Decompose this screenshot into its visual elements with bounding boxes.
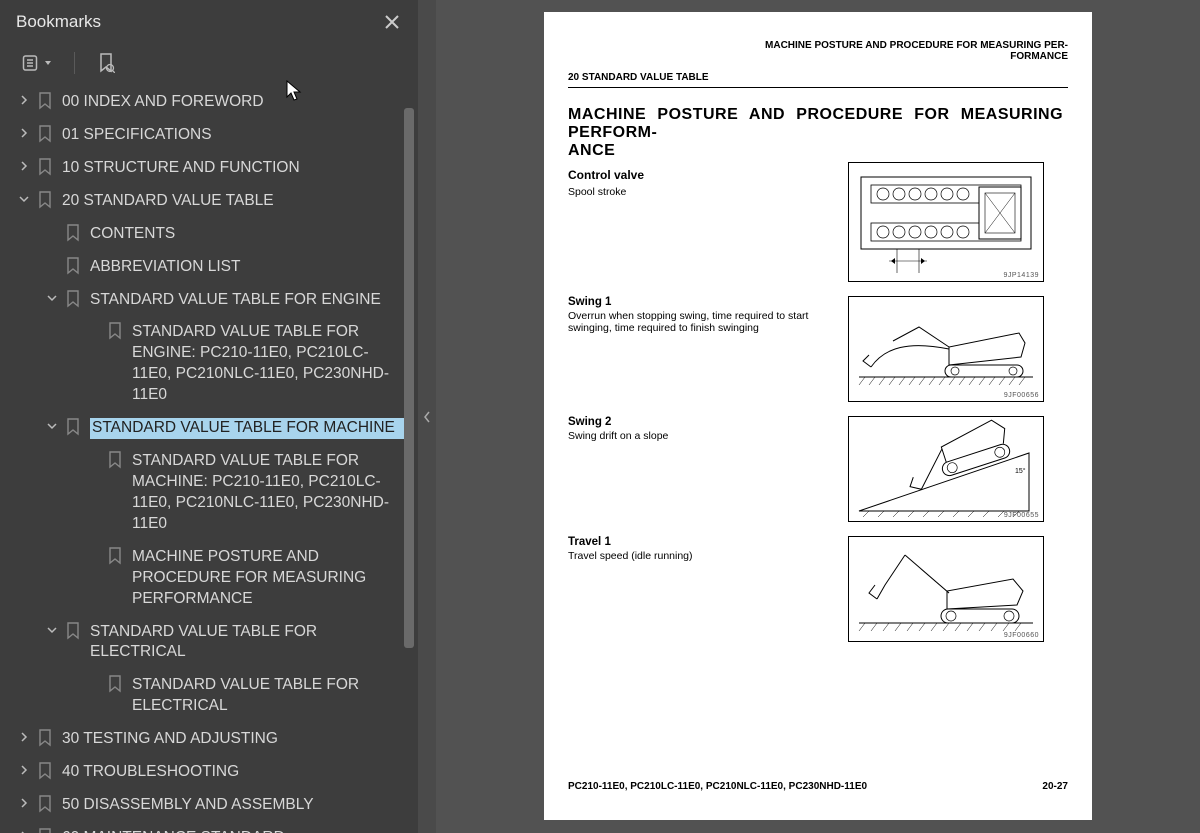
bookmark-item[interactable]: ABBREVIATION LIST bbox=[6, 251, 410, 284]
section-2-heading: Swing 1 bbox=[568, 296, 838, 308]
bookmark-item[interactable]: STANDARD VALUE TABLE FOR MACHINE: PC210-… bbox=[6, 445, 410, 541]
figure-travel-1: 9JF00660 bbox=[848, 536, 1044, 642]
bookmark-icon bbox=[62, 224, 84, 242]
svg-text:15°: 15° bbox=[1015, 467, 1026, 475]
bookmark-label: STANDARD VALUE TABLE FOR ELECTRICAL bbox=[90, 622, 410, 664]
bookmark-item[interactable]: MACHINE POSTURE AND PROCEDURE FOR MEASUR… bbox=[6, 541, 410, 616]
bookmark-icon bbox=[34, 729, 56, 747]
bookmark-icon bbox=[62, 622, 84, 640]
bookmark-label: MACHINE POSTURE AND PROCEDURE FOR MEASUR… bbox=[132, 547, 410, 610]
expand-arrow-icon[interactable] bbox=[14, 765, 34, 775]
bookmark-item[interactable]: 50 DISASSEMBLY AND ASSEMBLY bbox=[6, 789, 410, 822]
figure-swing-2: 15° 9JF00655 bbox=[848, 416, 1044, 522]
bookmark-icon bbox=[34, 762, 56, 780]
section-3-heading: Swing 2 bbox=[568, 416, 838, 428]
bookmark-item[interactable]: 20 STANDARD VALUE TABLE bbox=[6, 185, 410, 218]
bookmark-icon bbox=[62, 418, 84, 436]
bookmark-item[interactable]: STANDARD VALUE TABLE FOR ENGINE bbox=[6, 284, 410, 317]
bookmark-item[interactable]: STANDARD VALUE TABLE FOR ELECTRICAL bbox=[6, 669, 410, 723]
section-1-heading: Control valve bbox=[568, 168, 838, 182]
figure-2-label: 9JF00656 bbox=[1004, 392, 1039, 399]
scrollbar-thumb[interactable] bbox=[404, 108, 414, 648]
bookmark-icon bbox=[34, 828, 56, 833]
figure-4-label: 9JF00660 bbox=[1004, 632, 1039, 639]
figure-3-label: 9JF00655 bbox=[1004, 512, 1039, 519]
expand-arrow-icon[interactable] bbox=[42, 421, 62, 431]
footer-pagenum: 20-27 bbox=[1042, 781, 1068, 792]
page-footer: PC210-11E0, PC210LC-11E0, PC210NLC-11E0,… bbox=[568, 781, 1068, 792]
bookmark-item[interactable]: 01 SPECIFICATIONS bbox=[6, 119, 410, 152]
sidebar-scrollbar[interactable] bbox=[404, 108, 414, 668]
figure-1-label: 9JP14139 bbox=[1003, 272, 1039, 279]
bookmark-label: STANDARD VALUE TABLE FOR ENGINE bbox=[90, 290, 410, 311]
bookmark-item[interactable]: STANDARD VALUE TABLE FOR MACHINE bbox=[6, 412, 410, 445]
bookmark-icon bbox=[34, 795, 56, 813]
toolbar-divider bbox=[74, 52, 75, 74]
bookmark-label: 50 DISASSEMBLY AND ASSEMBLY bbox=[62, 795, 410, 816]
document-viewport[interactable]: MACHINE POSTURE AND PROCEDURE FOR MEASUR… bbox=[436, 0, 1200, 833]
bookmark-icon bbox=[34, 125, 56, 143]
bookmark-label: 01 SPECIFICATIONS bbox=[62, 125, 410, 146]
footer-models: PC210-11E0, PC210LC-11E0, PC210NLC-11E0,… bbox=[568, 781, 867, 792]
bookmark-label: 20 STANDARD VALUE TABLE bbox=[62, 191, 410, 212]
close-icon[interactable] bbox=[378, 8, 406, 36]
section-3-text: Swing drift on a slope bbox=[568, 430, 838, 442]
page-header-left: 20 STANDARD VALUE TABLE bbox=[568, 72, 1068, 83]
bookmark-icon bbox=[62, 257, 84, 275]
expand-arrow-icon[interactable] bbox=[14, 194, 34, 204]
bookmark-item[interactable]: 30 TESTING AND ADJUSTING bbox=[6, 723, 410, 756]
pdf-page: MACHINE POSTURE AND PROCEDURE FOR MEASUR… bbox=[544, 12, 1092, 820]
bookmark-item[interactable]: STANDARD VALUE TABLE FOR ELECTRICAL bbox=[6, 616, 410, 670]
sidebar-header: Bookmarks bbox=[0, 0, 418, 44]
bookmark-item[interactable]: 40 TROUBLESHOOTING bbox=[6, 756, 410, 789]
bookmark-item[interactable]: 10 STRUCTURE AND FUNCTION bbox=[6, 152, 410, 185]
header-rule bbox=[568, 87, 1068, 88]
bookmark-item[interactable]: STANDARD VALUE TABLE FOR ENGINE: PC210-1… bbox=[6, 316, 410, 412]
sidebar-title: Bookmarks bbox=[16, 12, 378, 32]
bookmark-label: 00 INDEX AND FOREWORD bbox=[62, 92, 410, 113]
bookmark-label: STANDARD VALUE TABLE FOR ELECTRICAL bbox=[132, 675, 410, 717]
expand-arrow-icon[interactable] bbox=[14, 798, 34, 808]
expand-arrow-icon[interactable] bbox=[42, 293, 62, 303]
bookmark-icon bbox=[104, 322, 126, 340]
bookmark-label: ABBREVIATION LIST bbox=[90, 257, 410, 278]
bookmark-tree[interactable]: 00 INDEX AND FOREWORD 01 SPECIFICATIONS 10… bbox=[0, 86, 418, 833]
bookmark-icon bbox=[34, 158, 56, 176]
bookmark-item[interactable]: CONTENTS bbox=[6, 218, 410, 251]
bookmark-label: 10 STRUCTURE AND FUNCTION bbox=[62, 158, 410, 179]
bookmark-label: 40 TROUBLESHOOTING bbox=[62, 762, 410, 783]
bookmark-icon bbox=[34, 191, 56, 209]
bookmark-item[interactable]: 00 INDEX AND FOREWORD bbox=[6, 86, 410, 119]
page-header-right: MACHINE POSTURE AND PROCEDURE FOR MEASUR… bbox=[568, 40, 1068, 62]
expand-arrow-icon[interactable] bbox=[14, 95, 34, 105]
section-1-text: Spool stroke bbox=[568, 186, 838, 198]
section-4-text: Travel speed (idle running) bbox=[568, 550, 838, 562]
bookmark-label: STANDARD VALUE TABLE FOR MACHINE: PC210-… bbox=[132, 451, 410, 535]
bookmark-icon bbox=[104, 547, 126, 565]
bookmark-tool-icon[interactable] bbox=[97, 53, 115, 73]
bookmarks-sidebar: Bookmarks 00 INDEX AND FOREWORD 01 SPECIF… bbox=[0, 0, 418, 833]
bookmark-label: CONTENTS bbox=[90, 224, 410, 245]
expand-arrow-icon[interactable] bbox=[14, 732, 34, 742]
bookmark-label: STANDARD VALUE TABLE FOR MACHINE bbox=[90, 418, 410, 439]
bookmark-icon bbox=[62, 290, 84, 308]
expand-arrow-icon[interactable] bbox=[42, 625, 62, 635]
section-4-heading: Travel 1 bbox=[568, 536, 838, 548]
bookmark-label: STANDARD VALUE TABLE FOR ENGINE: PC210-1… bbox=[132, 322, 410, 406]
expand-arrow-icon[interactable] bbox=[14, 128, 34, 138]
bookmark-item[interactable]: 60 MAINTENANCE STANDARD bbox=[6, 822, 410, 833]
options-icon[interactable] bbox=[22, 53, 52, 73]
bookmark-icon bbox=[34, 92, 56, 110]
pane-collapse-handle[interactable] bbox=[418, 0, 436, 833]
bookmark-label: 60 MAINTENANCE STANDARD bbox=[62, 828, 410, 833]
bookmark-icon bbox=[104, 451, 126, 469]
expand-arrow-icon[interactable] bbox=[14, 161, 34, 171]
bookmark-label: 30 TESTING AND ADJUSTING bbox=[62, 729, 410, 750]
figure-swing-1: 9JF00656 bbox=[848, 296, 1044, 402]
bookmark-icon bbox=[104, 675, 126, 693]
sidebar-toolbar bbox=[0, 44, 418, 86]
figure-control-valve: 9JP14139 bbox=[848, 162, 1044, 282]
page-title: MACHINE POSTURE AND PROCEDURE FOR MEASUR… bbox=[568, 106, 1068, 160]
section-2-text: Overrun when stopping swing, time requir… bbox=[568, 310, 838, 334]
